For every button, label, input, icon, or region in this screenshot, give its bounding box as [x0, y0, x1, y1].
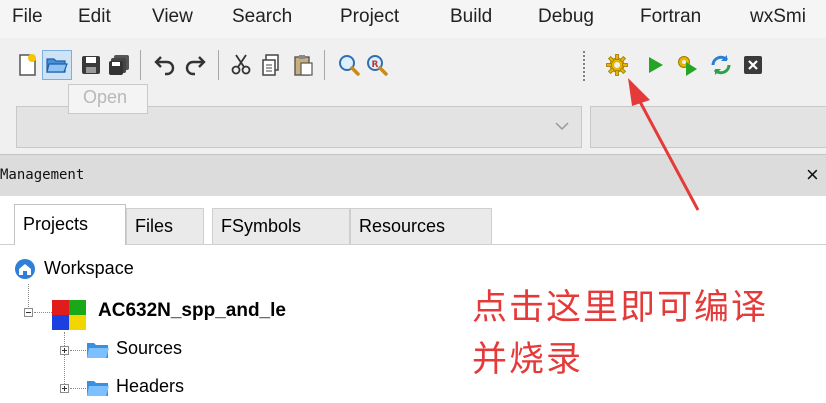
- save-all-icon: [109, 55, 129, 75]
- toolbar-separator: [324, 50, 325, 80]
- gear-icon: [606, 54, 628, 76]
- menu-debug[interactable]: Debug: [538, 6, 594, 28]
- tree-item-workspace[interactable]: Workspace: [44, 258, 134, 279]
- redo-icon: [185, 56, 206, 76]
- copy-button[interactable]: [258, 52, 284, 78]
- redo-button[interactable]: [182, 52, 208, 78]
- annotation-text: 点击这里即可编译并烧录: [472, 288, 769, 380]
- run-button[interactable]: [642, 52, 668, 78]
- build-button[interactable]: [604, 52, 630, 78]
- save-icon: [82, 56, 100, 74]
- find-button[interactable]: [336, 52, 362, 78]
- tree-item-headers[interactable]: Headers: [116, 376, 184, 397]
- collapse-toggle[interactable]: [24, 308, 33, 317]
- management-title: Management: [0, 167, 85, 183]
- tree-connector: [70, 388, 86, 390]
- new-file-icon: [19, 54, 36, 76]
- save-all-button[interactable]: [106, 52, 132, 78]
- tab-resources[interactable]: Resources: [350, 208, 492, 244]
- undo-button[interactable]: [152, 52, 178, 78]
- tree-connector: [34, 312, 52, 314]
- folder-icon: [87, 381, 109, 396]
- open-tooltip: Open: [68, 84, 148, 114]
- copy-icon: [262, 54, 279, 76]
- search-icon: [339, 55, 360, 76]
- rebuild-icon: [711, 55, 731, 75]
- new-file-button[interactable]: [14, 52, 40, 78]
- save-button[interactable]: [78, 52, 104, 78]
- toolbar-separator: [218, 50, 219, 80]
- menu-project[interactable]: Project: [340, 6, 399, 28]
- toolbar-separator: [140, 50, 141, 80]
- menu-build[interactable]: Build: [450, 6, 492, 28]
- expand-toggle[interactable]: [60, 384, 69, 393]
- menu-wxsmith[interactable]: wxSmi: [750, 6, 806, 28]
- open-folder-icon: [46, 58, 68, 73]
- menu-fortran[interactable]: Fortran: [640, 6, 701, 28]
- paste-icon: [294, 55, 313, 76]
- paste-button[interactable]: [290, 52, 316, 78]
- menu-file[interactable]: File: [12, 6, 43, 28]
- rebuild-button[interactable]: [708, 52, 734, 78]
- tree-connector: [64, 332, 66, 390]
- menu-search[interactable]: Search: [232, 6, 292, 28]
- tree-connector: [70, 350, 86, 352]
- scissors-icon: [231, 54, 251, 75]
- menu-edit[interactable]: Edit: [78, 6, 111, 28]
- menu-bar: File Edit View Search Project Build Debu…: [0, 0, 826, 38]
- menu-view[interactable]: View: [152, 6, 193, 28]
- find-replace-icon: R: [367, 55, 388, 76]
- undo-icon: [154, 56, 175, 76]
- tree-item-project[interactable]: AC632N_spp_and_le: [98, 300, 286, 322]
- abort-button[interactable]: [740, 52, 766, 78]
- project-icon: [52, 300, 86, 330]
- management-panel-header: [0, 154, 826, 197]
- open-button[interactable]: [42, 50, 72, 80]
- stop-icon: [744, 56, 762, 74]
- tree-item-sources[interactable]: Sources: [116, 338, 182, 359]
- build-and-run-button[interactable]: [674, 52, 700, 78]
- replace-button[interactable]: R: [364, 52, 390, 78]
- build-run-icon: [678, 56, 697, 76]
- tab-projects[interactable]: Projects: [14, 204, 126, 245]
- folder-icon: [87, 343, 109, 358]
- expand-toggle[interactable]: [60, 346, 69, 355]
- svg-text:R: R: [372, 60, 379, 70]
- tab-files[interactable]: Files: [126, 208, 204, 244]
- toolbar-grip-handle[interactable]: [582, 50, 586, 82]
- tree-connector: [28, 284, 30, 309]
- tab-fsymbols[interactable]: FSymbols: [212, 208, 350, 244]
- chevron-down-icon: [555, 122, 569, 131]
- workspace-icon: [15, 259, 35, 279]
- play-icon: [649, 57, 663, 73]
- cut-button[interactable]: [228, 52, 254, 78]
- close-panel-button[interactable]: ×: [806, 162, 819, 188]
- code-completion-select[interactable]: [590, 106, 826, 148]
